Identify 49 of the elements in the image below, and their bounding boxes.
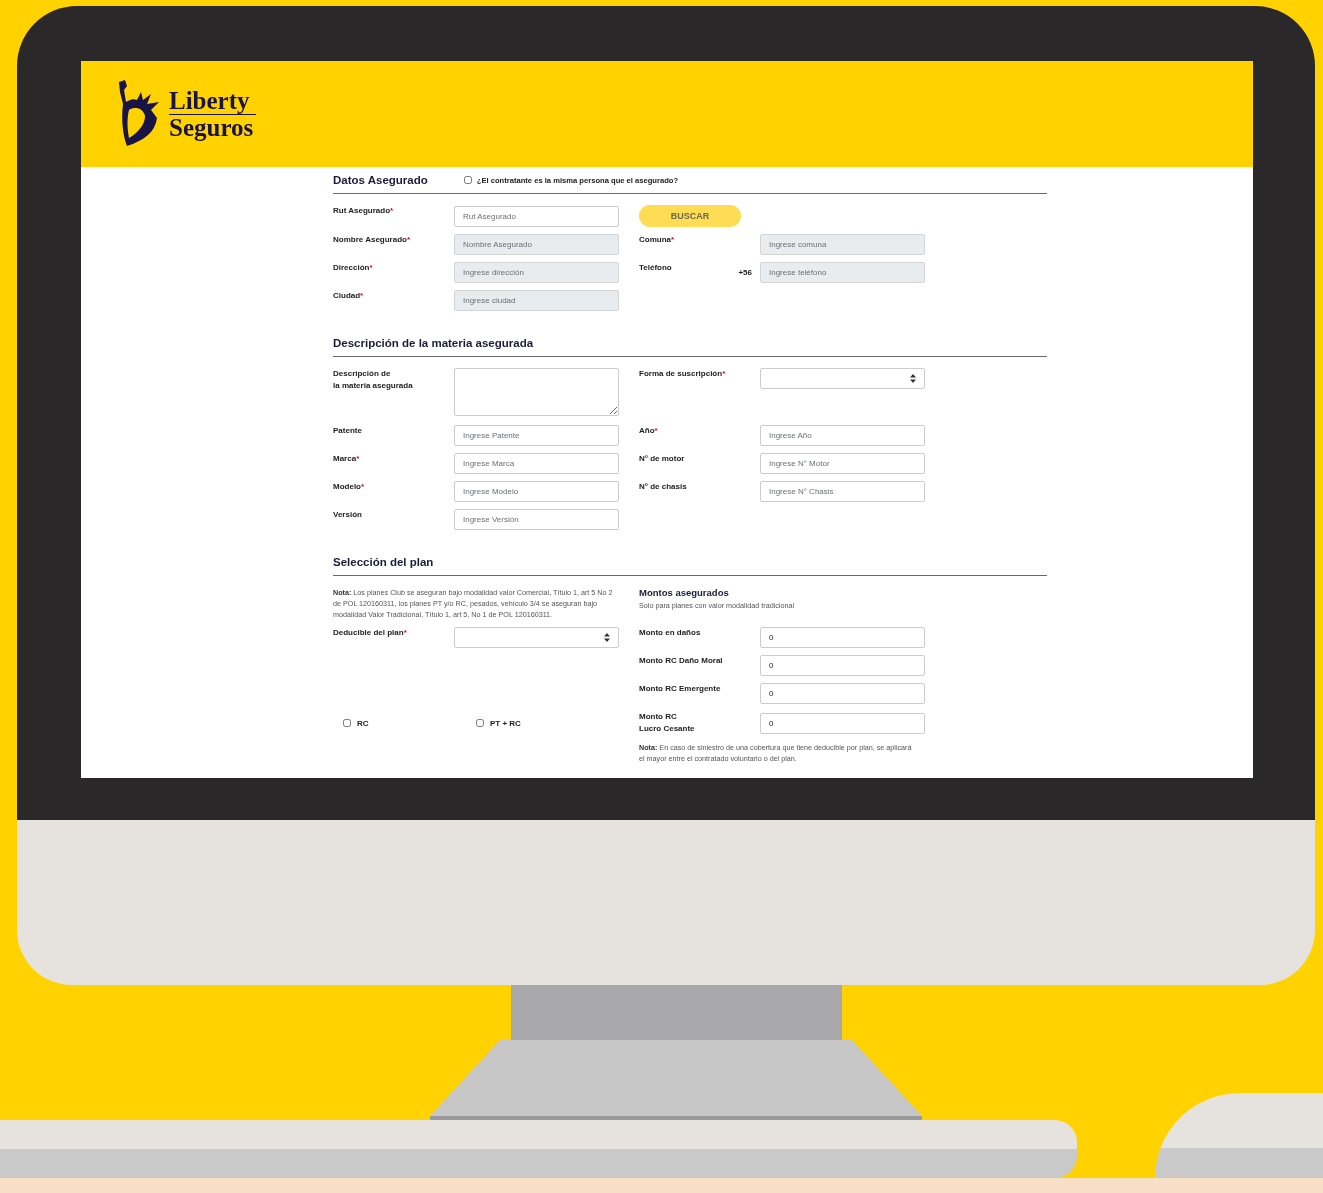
field-label: Versión	[333, 509, 363, 521]
field-label: Rut Asegurado*	[333, 205, 395, 217]
field-label: Descripción de la materia asegurada	[333, 368, 414, 392]
section-title: Descripción de la materia asegurada	[333, 335, 534, 351]
field-label: Monto en daños	[639, 627, 702, 639]
section-title: Datos Asegurado	[333, 172, 428, 188]
input-field[interactable]: Ingrese N° Chasis	[760, 481, 925, 502]
checkbox[interactable]	[463, 176, 472, 184]
input-field[interactable]: Ingrese Versión	[454, 509, 619, 530]
sort-caret-icon	[910, 374, 916, 383]
phone-prefix: +56	[738, 268, 752, 277]
input-field[interactable]: 0	[760, 655, 925, 676]
field-label: Monto RC Emergente	[639, 683, 722, 695]
select-field[interactable]	[760, 368, 925, 389]
checkbox[interactable]	[343, 719, 351, 727]
checkbox-label: RC	[357, 718, 369, 728]
field-label: Año*	[639, 425, 659, 437]
input-field[interactable]: Ingrese N° Motor	[760, 453, 925, 474]
sort-caret-icon	[604, 633, 610, 642]
subsection-title: Montos asegurados	[639, 587, 730, 598]
logo-word: Liberty	[169, 87, 256, 115]
input-field[interactable]: 0	[760, 712, 925, 734]
field-label: N° de motor	[639, 453, 686, 465]
checkbox[interactable]	[476, 719, 484, 727]
input-field[interactable]: 0	[760, 627, 925, 648]
field-label: Nombre Asegurado*	[333, 234, 412, 246]
field-label: Deducible del plan*	[333, 627, 408, 639]
select-field[interactable]	[454, 627, 619, 648]
field-label: Monto RC Daño Moral	[639, 655, 724, 667]
input-field[interactable]: Ingrese Patente	[454, 425, 619, 446]
field-label: Ciudad*	[333, 290, 365, 302]
input-field[interactable]: Ingrese Modelo	[454, 481, 619, 502]
field-label: Teléfono	[639, 262, 672, 274]
field-label: Monto RC Lucro Cesante	[639, 711, 696, 735]
logo-word: Seguros	[169, 114, 255, 141]
field-label: N° de chasis	[639, 481, 688, 493]
field-label: Forma de suscripción*	[639, 368, 727, 380]
input-field[interactable]: Rut Asegurado	[454, 205, 619, 227]
field-label: Dirección*	[333, 262, 374, 274]
input-field[interactable]: Ingrese Año	[760, 425, 925, 446]
checkbox-label: PT + RC	[490, 718, 521, 728]
section-title: Selección del plan	[333, 554, 434, 570]
search-button[interactable]: BUSCAR	[639, 205, 741, 227]
field-label: Patente	[333, 425, 363, 437]
field-label: Comuna*	[639, 234, 676, 246]
field-label: Modelo*	[333, 481, 366, 493]
field-label: Marca*	[333, 453, 361, 465]
input-field[interactable]: Ingrese Marca	[454, 453, 619, 474]
input-field[interactable]: 0	[760, 683, 925, 704]
